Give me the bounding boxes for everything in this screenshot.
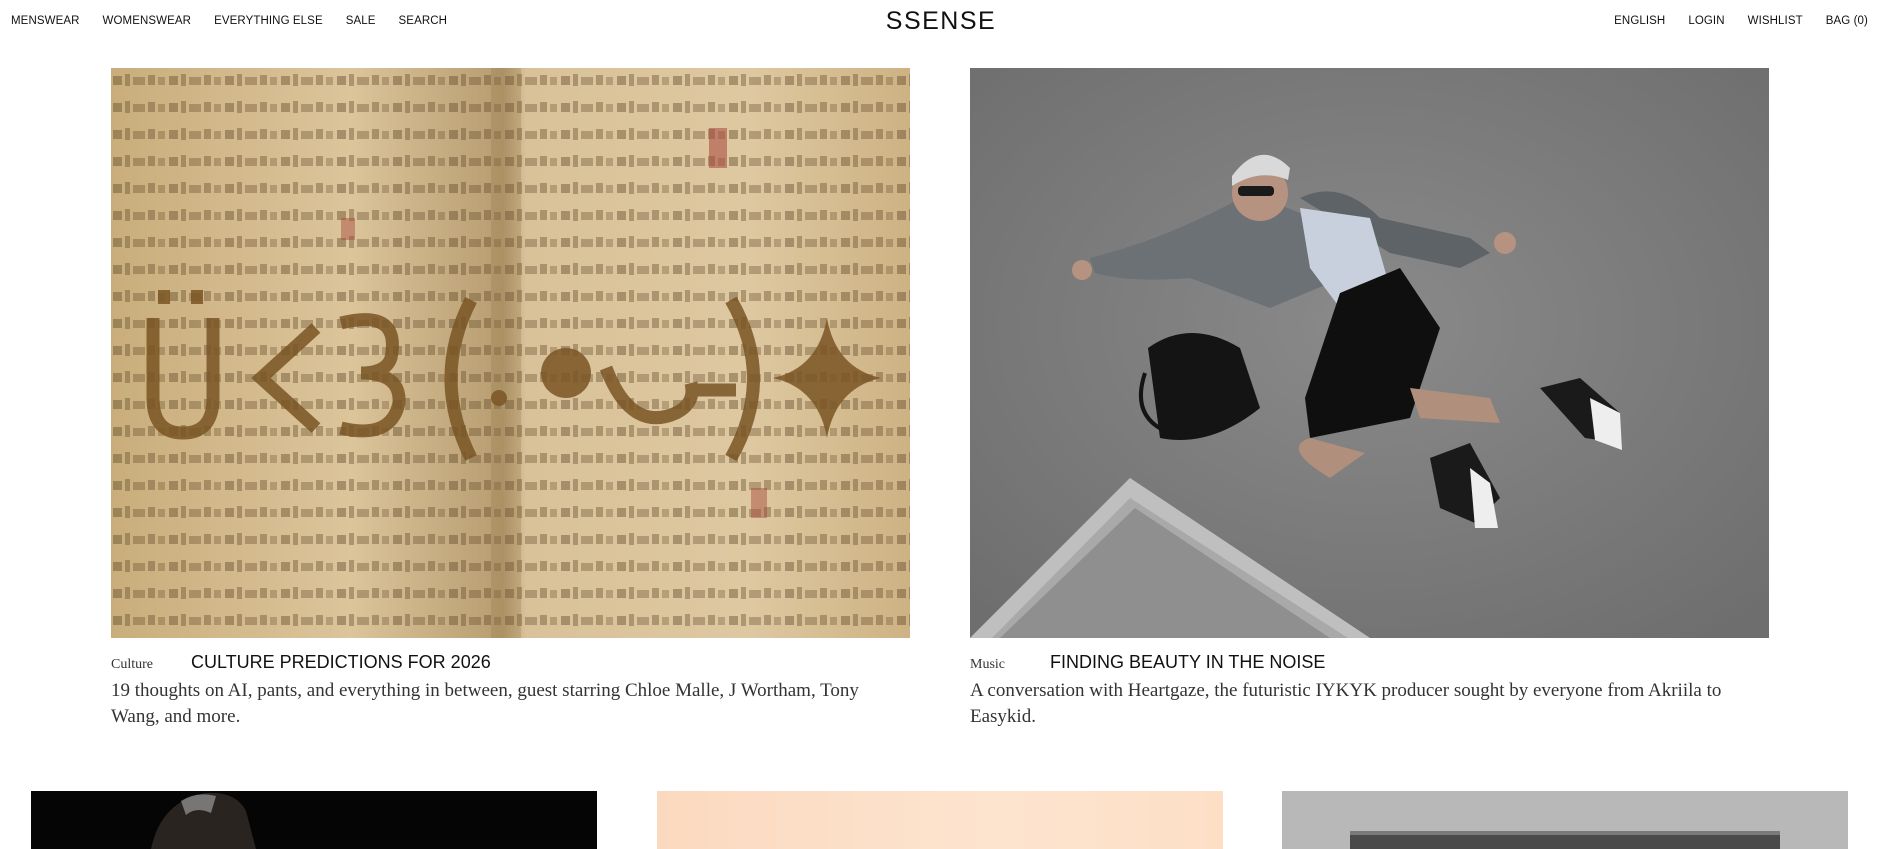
feature-card-culture[interactable]: Culture CULTURE PREDICTIONS FOR 2026 19 … (111, 68, 910, 730)
feature-dek: 19 thoughts on AI, pants, and everything… (111, 680, 859, 727)
article-thumb-portrait[interactable] (31, 791, 597, 849)
nav-bag[interactable]: BAG (0) (1826, 15, 1868, 27)
feature-card-music[interactable]: Music FINDING BEAUTY IN THE NOISE A conv… (970, 68, 1769, 730)
feature-meta: Culture CULTURE PREDICTIONS FOR 2026 (111, 652, 910, 674)
feature-category[interactable]: Culture (111, 657, 153, 673)
article-thumb-object[interactable] (1282, 791, 1848, 849)
feature-category[interactable]: Music (970, 657, 1005, 673)
nav-right: ENGLISH LOGIN WISHLIST BAG (0) (1591, 15, 1868, 27)
feature-image-manuscript[interactable] (111, 68, 910, 638)
feature-meta: Music FINDING BEAUTY IN THE NOISE (970, 652, 1769, 674)
top-nav: MENSWEAR WOMENSWEAR EVERYTHING ELSE SALE… (0, 0, 1882, 44)
feature-image-street[interactable] (970, 68, 1769, 638)
article-thumb-peach[interactable] (657, 791, 1223, 849)
feature-headline[interactable]: CULTURE PREDICTIONS FOR 2026 (191, 652, 491, 673)
nav-language[interactable]: ENGLISH (1614, 15, 1665, 27)
nav-login[interactable]: LOGIN (1688, 15, 1724, 27)
nav-wishlist[interactable]: WISHLIST (1748, 15, 1803, 27)
feature-headline[interactable]: FINDING BEAUTY IN THE NOISE (1050, 652, 1325, 673)
feature-dek: A conversation with Heartgaze, the futur… (970, 680, 1722, 727)
